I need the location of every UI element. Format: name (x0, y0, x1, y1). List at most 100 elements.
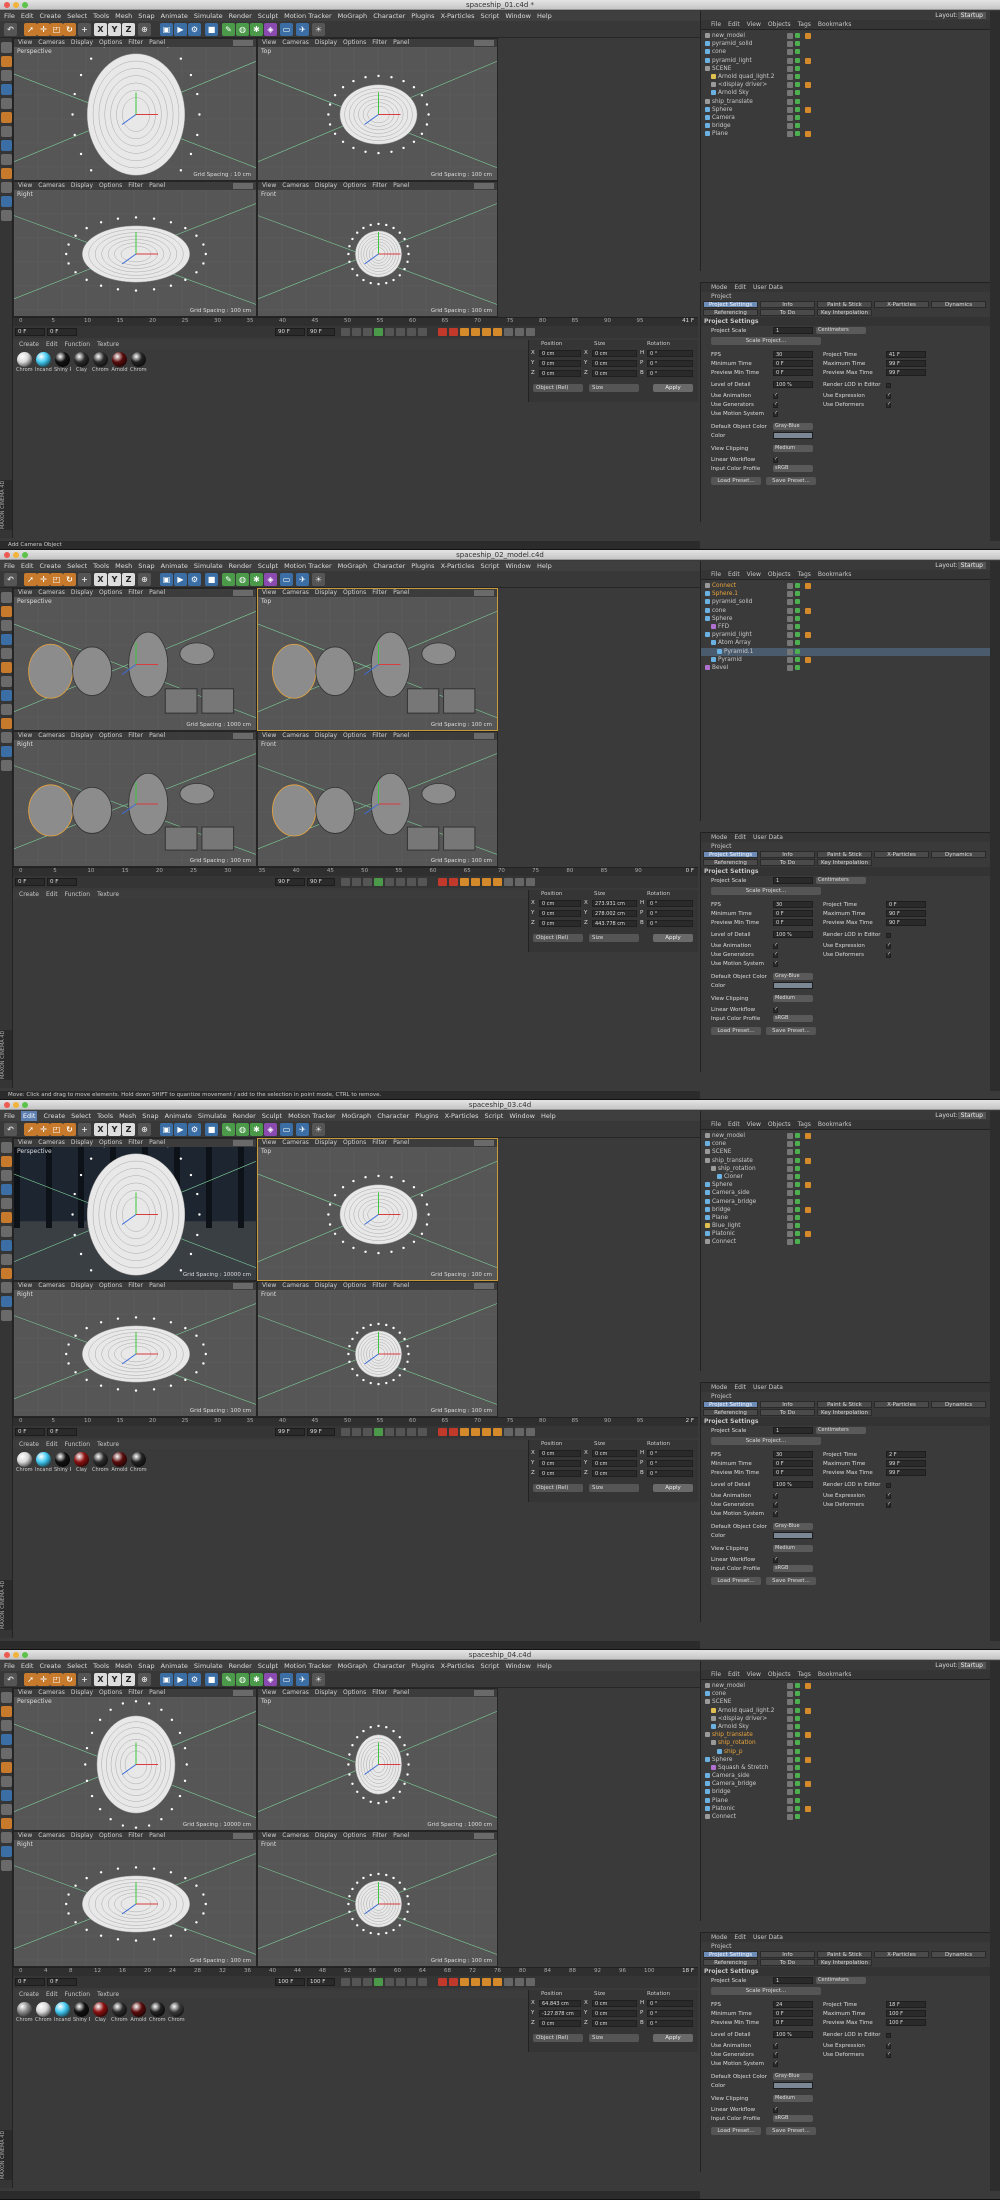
attr-menu-user-data[interactable]: User Data (753, 283, 783, 292)
preview-max-field[interactable]: 99 F (886, 1469, 926, 1476)
viewport-menu-view[interactable]: View (262, 182, 276, 190)
scale-icon[interactable]: ◰ (50, 573, 63, 586)
close-window-icon[interactable] (4, 2, 10, 8)
menu-mograph[interactable]: MoGraph (338, 561, 368, 571)
material-menu-function[interactable]: Function (65, 1990, 91, 1999)
object-row[interactable]: pyramid_light (701, 57, 990, 65)
viewport-menu-panel[interactable]: Panel (149, 1139, 165, 1147)
move-icon[interactable]: ✛ (37, 573, 50, 586)
menu-window[interactable]: Window (505, 561, 531, 571)
coordinate-system-icon[interactable]: ⊕ (138, 573, 151, 586)
visibility-dots-icon[interactable] (787, 1756, 793, 1763)
rotation-field[interactable]: 0 ° (647, 1470, 693, 1477)
project-scale-unit-dropdown[interactable]: Centimeters (816, 1977, 866, 1984)
menu-character[interactable]: Character (373, 11, 405, 21)
material-tag-icon[interactable] (805, 632, 811, 639)
array-icon[interactable]: ✱ (250, 23, 263, 36)
viewport-menu-options[interactable]: Options (99, 182, 122, 190)
viewport-nav-icons[interactable] (233, 1833, 253, 1839)
enabled-check-icon[interactable] (795, 1239, 800, 1245)
load-preset-button[interactable]: Load Preset... (711, 477, 761, 485)
visibility-dots-icon[interactable] (787, 57, 793, 64)
viewport-menu-view[interactable]: View (262, 1139, 276, 1147)
use-animation-checkbox[interactable] (773, 2042, 778, 2049)
viewport-menu-filter[interactable]: Filter (128, 1282, 143, 1290)
viewport-top[interactable]: View Cameras Display Options Filter Panel Top G… (257, 1138, 498, 1281)
play-icon[interactable] (374, 878, 383, 886)
rotation-key-icon[interactable] (493, 328, 502, 336)
position-key-icon[interactable] (471, 878, 480, 886)
render-view-icon[interactable]: ▶ (174, 1123, 187, 1136)
object-row[interactable]: Plane (701, 130, 990, 138)
preview-min-field[interactable]: 0 F (773, 919, 813, 926)
enabled-check-icon[interactable] (795, 1715, 800, 1721)
enabled-check-icon[interactable] (795, 1157, 800, 1163)
default-color-dropdown[interactable]: Gray-Blue (773, 1523, 813, 1530)
preview-min-field[interactable]: 0 F (773, 1469, 813, 1476)
enabled-check-icon[interactable] (795, 591, 800, 597)
keyframe-selection-icon[interactable] (460, 878, 469, 886)
viewport-right[interactable]: View Cameras Display Options Filter Panel Righ… (13, 731, 257, 867)
position-key-icon[interactable] (471, 328, 480, 336)
enabled-check-icon[interactable] (795, 1797, 800, 1803)
position-field[interactable]: 0 cm (539, 910, 581, 917)
preview-max-field[interactable]: 90 F (886, 919, 926, 926)
menu-select[interactable]: Select (71, 1111, 91, 1121)
edges-mode-icon[interactable] (1, 662, 12, 673)
rotation-field[interactable]: 0 ° (647, 1460, 693, 1467)
enabled-check-icon[interactable] (795, 1182, 800, 1188)
start-frame-field[interactable]: 0 F (15, 878, 45, 886)
tab-to-do[interactable]: To Do (760, 1409, 815, 1416)
floor-icon[interactable]: ▭ (280, 573, 293, 586)
enabled-check-icon[interactable] (795, 82, 800, 88)
enabled-check-icon[interactable] (795, 599, 800, 605)
object-row[interactable]: ship_translate (701, 1157, 990, 1165)
menu-render[interactable]: Render (233, 1111, 256, 1121)
size-field[interactable]: 0 cm (592, 1450, 637, 1457)
render-lod-checkbox[interactable] (886, 933, 891, 938)
next-key-icon[interactable] (396, 1978, 405, 1986)
current-frame-field[interactable]: 0 F (47, 328, 77, 336)
tab-project-settings[interactable]: Project Settings (703, 851, 758, 858)
enabled-check-icon[interactable] (795, 1214, 800, 1220)
menu-motion-tracker[interactable]: Motion Tracker (284, 11, 332, 21)
om-menu-objects[interactable]: Objects (768, 1670, 791, 1679)
axis-mode-icon[interactable] (1, 690, 12, 701)
next-frame-icon[interactable] (385, 1978, 394, 1986)
material-tag-icon[interactable] (805, 1756, 811, 1763)
object-row[interactable]: ship_rotation (701, 1739, 990, 1747)
lock-workplane-icon[interactable] (1, 732, 12, 743)
object-row[interactable]: Camera_bridge (701, 1780, 990, 1788)
axis-mode-icon[interactable] (1, 140, 12, 151)
viewport-menu-display[interactable]: Display (71, 1832, 93, 1840)
menu-script[interactable]: Script (484, 1111, 503, 1121)
solo-icon[interactable] (1, 746, 12, 757)
project-scale-field[interactable]: 1 (773, 1977, 813, 1984)
visibility-dots-icon[interactable] (787, 1797, 793, 1804)
visibility-dots-icon[interactable] (787, 1773, 793, 1780)
object-row[interactable]: Platonic (701, 1230, 990, 1238)
menu-script[interactable]: Script (480, 561, 499, 571)
use-generators-checkbox[interactable] (773, 951, 778, 958)
viewport-menu-panel[interactable]: Panel (393, 1689, 409, 1697)
go-end-icon[interactable] (407, 1978, 416, 1986)
viewport-menu-cameras[interactable]: Cameras (282, 182, 309, 190)
deformer-icon[interactable]: ◈ (264, 573, 277, 586)
end-frame-field[interactable]: 90 F (275, 878, 305, 886)
menu-render[interactable]: Render (229, 561, 252, 571)
points-mode-icon[interactable] (1, 648, 12, 659)
enabled-check-icon[interactable] (795, 1141, 800, 1147)
om-menu-bookmarks[interactable]: Bookmarks (818, 1120, 852, 1129)
material-menu-function[interactable]: Function (65, 1440, 91, 1449)
viewport-nav-icons[interactable] (233, 40, 253, 46)
viewport-menu-cameras[interactable]: Cameras (38, 1139, 65, 1147)
x-axis-icon[interactable]: X (94, 1123, 107, 1136)
material-tag-icon[interactable] (805, 33, 811, 39)
object-row[interactable]: bridge (701, 122, 990, 130)
save-preset-button[interactable]: Save Preset... (766, 1577, 816, 1585)
menu-x-particles[interactable]: X-Particles (441, 561, 475, 571)
project-scale-unit-dropdown[interactable]: Centimeters (816, 327, 866, 334)
fps-field[interactable]: 30 (773, 1451, 813, 1458)
pen-icon[interactable]: ✎ (222, 1673, 235, 1686)
render-view-icon[interactable]: ▶ (174, 573, 187, 586)
